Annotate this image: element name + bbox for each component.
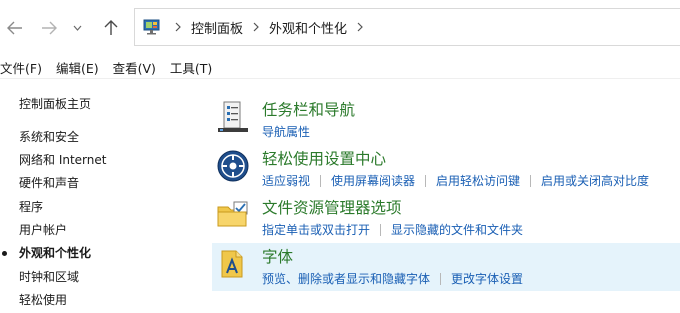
link-divider bbox=[440, 272, 442, 285]
category-title[interactable]: 字体 bbox=[262, 245, 293, 267]
folder-options-icon bbox=[217, 201, 248, 227]
breadcrumb-chevron-icon[interactable] bbox=[357, 22, 363, 32]
forward-button[interactable] bbox=[38, 17, 60, 39]
menu-edit[interactable]: 编辑(E) bbox=[56, 58, 99, 77]
back-button[interactable] bbox=[4, 17, 26, 39]
fonts-icon bbox=[221, 250, 243, 278]
link-divider bbox=[380, 223, 382, 236]
address-bar[interactable]: 控制面板 外观和个性化 bbox=[134, 8, 680, 46]
category-links: 导航属性 bbox=[262, 123, 310, 140]
breadcrumb-control-panel[interactable]: 控制面板 bbox=[191, 18, 243, 37]
menu-file[interactable]: 文件(F) bbox=[0, 58, 42, 77]
breadcrumb-chevron-icon[interactable] bbox=[253, 22, 259, 32]
taskbar-icon bbox=[218, 101, 248, 132]
link-high-contrast[interactable]: 启用或关闭高对比度 bbox=[541, 172, 649, 189]
sidebar-item-ease-of-access[interactable]: 轻松使用 bbox=[19, 291, 67, 308]
breadcrumb-appearance[interactable]: 外观和个性化 bbox=[269, 18, 347, 37]
link-divider bbox=[320, 174, 322, 187]
divider bbox=[0, 78, 680, 79]
menu-view[interactable]: 查看(V) bbox=[113, 58, 156, 77]
sidebar-item-appearance[interactable]: 外观和个性化 bbox=[19, 244, 91, 261]
link-preview-delete-fonts[interactable]: 预览、删除或者显示和隐藏字体 bbox=[262, 270, 430, 287]
category-taskbar: 任务栏和导航 导航属性 bbox=[212, 96, 680, 144]
up-arrow-icon bbox=[104, 20, 118, 35]
sidebar-item-network[interactable]: 网络和 Internet bbox=[19, 151, 106, 168]
recent-locations-button[interactable] bbox=[70, 17, 84, 39]
link-divider bbox=[530, 174, 532, 187]
category-links: 预览、删除或者显示和隐藏字体 更改字体设置 bbox=[262, 270, 523, 287]
category-file-explorer-options: 文件资源管理器选项 指定单击或双击打开 显示隐藏的文件和文件夹 bbox=[212, 194, 680, 242]
link-access-keys[interactable]: 启用轻松访问键 bbox=[436, 172, 520, 189]
menu-bar: 文件(F) 编辑(E) 查看(V) 工具(T) bbox=[0, 56, 680, 78]
category-title[interactable]: 任务栏和导航 bbox=[262, 98, 355, 120]
menu-tools[interactable]: 工具(T) bbox=[170, 58, 212, 77]
forward-arrow-icon bbox=[42, 21, 57, 35]
link-screen-reader[interactable]: 使用屏幕阅读器 bbox=[331, 172, 415, 189]
link-single-double-click[interactable]: 指定单击或双击打开 bbox=[262, 221, 370, 238]
sidebar-item-hardware-sound[interactable]: 硬件和声音 bbox=[19, 174, 79, 191]
link-navigation-properties[interactable]: 导航属性 bbox=[262, 123, 310, 140]
category-ease-of-access: 轻松使用设置中心 适应弱视 使用屏幕阅读器 启用轻松访问键 启用或关闭高对比度 bbox=[212, 145, 680, 193]
category-links: 适应弱视 使用屏幕阅读器 启用轻松访问键 启用或关闭高对比度 bbox=[262, 172, 649, 189]
sidebar-item-programs[interactable]: 程序 bbox=[19, 198, 43, 215]
sidebar-item-user-accounts[interactable]: 用户帐户 bbox=[19, 221, 67, 238]
sidebar-home-link[interactable]: 控制面板主页 bbox=[19, 95, 91, 112]
category-fonts: 字体 预览、删除或者显示和隐藏字体 更改字体设置 bbox=[212, 243, 680, 291]
back-arrow-icon bbox=[7, 21, 22, 35]
category-links: 指定单击或双击打开 显示隐藏的文件和文件夹 bbox=[262, 221, 523, 238]
ease-of-access-icon bbox=[217, 150, 249, 182]
active-bullet-icon bbox=[2, 251, 7, 256]
link-divider bbox=[425, 174, 427, 187]
link-show-hidden-files[interactable]: 显示隐藏的文件和文件夹 bbox=[391, 221, 523, 238]
link-change-font-settings[interactable]: 更改字体设置 bbox=[451, 270, 523, 287]
sidebar-item-system-security[interactable]: 系统和安全 bbox=[19, 128, 79, 145]
control-panel-icon bbox=[143, 19, 160, 35]
link-low-vision[interactable]: 适应弱视 bbox=[262, 172, 310, 189]
chevron-down-icon bbox=[73, 25, 81, 31]
category-title[interactable]: 文件资源管理器选项 bbox=[262, 196, 402, 218]
category-title[interactable]: 轻松使用设置中心 bbox=[262, 147, 386, 169]
up-button[interactable] bbox=[100, 17, 122, 39]
navigation-bar: 控制面板 外观和个性化 bbox=[0, 0, 680, 56]
breadcrumb-chevron-icon[interactable] bbox=[175, 22, 181, 32]
sidebar-item-clock-region[interactable]: 时钟和区域 bbox=[19, 268, 79, 285]
